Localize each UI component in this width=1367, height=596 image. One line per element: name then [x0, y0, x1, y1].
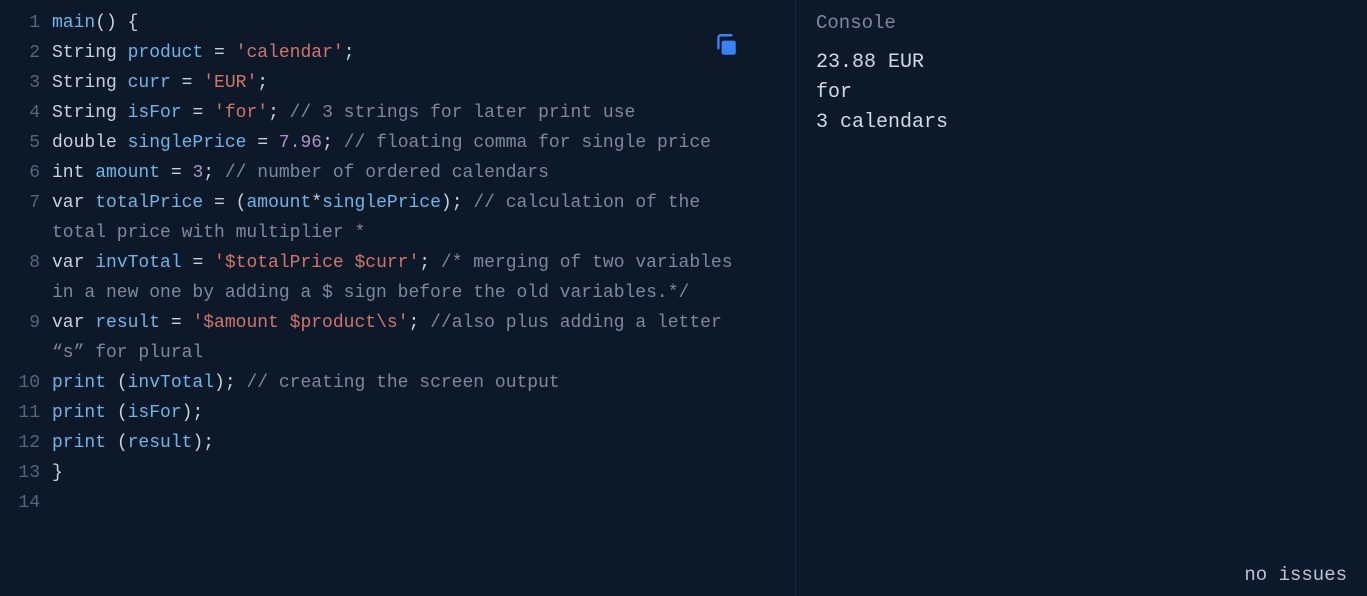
code-line[interactable]: 5 double singlePrice = 7.96; // floating …: [0, 128, 795, 158]
console-line: for: [816, 78, 1347, 108]
code-content[interactable]: print (invTotal); // creating the screen…: [52, 368, 560, 398]
code-line[interactable]: 3 String curr = 'EUR';: [0, 68, 795, 98]
code-line[interactable]: 6 int amount = 3; // number of ordered ca…: [0, 158, 795, 188]
code-line[interactable]: 4 String isFor = 'for'; // 3 strings for …: [0, 98, 795, 128]
code-content[interactable]: var invTotal = '$totalPrice $curr'; /* m…: [52, 248, 752, 308]
code-content[interactable]: var result = '$amount $product\s'; //als…: [52, 308, 752, 368]
code-content[interactable]: String isFor = 'for'; // 3 strings for l…: [52, 98, 635, 128]
line-number: 4: [10, 98, 40, 128]
code-line[interactable]: 12 print (result);: [0, 428, 795, 458]
code-content[interactable]: var totalPrice = (amount*singlePrice); /…: [52, 188, 752, 248]
line-number: 7: [10, 188, 40, 248]
code-line[interactable]: 9var result = '$amount $product\s'; //al…: [0, 308, 795, 368]
copy-button[interactable]: [713, 32, 739, 58]
console-line: 3 calendars: [816, 108, 1347, 138]
console-pane: Console 23.88 EURfor3 calendars no issue…: [795, 0, 1367, 596]
line-number: 5: [10, 128, 40, 158]
code-content[interactable]: print (isFor);: [52, 398, 203, 428]
line-number: 10: [10, 368, 40, 398]
code-content[interactable]: double singlePrice = 7.96; // floating c…: [52, 128, 711, 158]
code-content[interactable]: }: [52, 458, 63, 488]
code-line[interactable]: 1 main() {: [0, 8, 795, 38]
line-number: 8: [10, 248, 40, 308]
code-content[interactable]: int amount = 3; // number of ordered cal…: [52, 158, 549, 188]
line-number: 9: [10, 308, 40, 368]
console-line: 23.88 EUR: [816, 48, 1347, 78]
line-number: 13: [10, 458, 40, 488]
console-output: 23.88 EURfor3 calendars: [816, 48, 1347, 138]
line-number: 11: [10, 398, 40, 428]
line-number: 14: [10, 488, 40, 518]
line-number: 3: [10, 68, 40, 98]
line-number: 12: [10, 428, 40, 458]
code-lines-container[interactable]: 1 main() { 2 String product = 'calendar'; 3S…: [0, 8, 795, 518]
code-line[interactable]: 14: [0, 488, 795, 518]
code-content[interactable]: main() {: [52, 8, 138, 38]
code-content[interactable]: print (result);: [52, 428, 214, 458]
code-line[interactable]: 10 print (invTotal); // creating the scre…: [0, 368, 795, 398]
status-text: no issues: [1244, 564, 1347, 586]
code-line[interactable]: 8var invTotal = '$totalPrice $curr'; /* …: [0, 248, 795, 308]
code-line[interactable]: 2 String product = 'calendar';: [0, 38, 795, 68]
console-title: Console: [816, 12, 1347, 34]
line-number: 1: [10, 8, 40, 38]
code-line[interactable]: 11 print (isFor);: [0, 398, 795, 428]
code-editor-pane[interactable]: 1 main() { 2 String product = 'calendar'; 3S…: [0, 0, 795, 596]
code-line[interactable]: 13}: [0, 458, 795, 488]
line-number: 2: [10, 38, 40, 68]
line-number: 6: [10, 158, 40, 188]
code-content[interactable]: String product = 'calendar';: [52, 38, 355, 68]
code-line[interactable]: 7var totalPrice = (amount*singlePrice); …: [0, 188, 795, 248]
code-content[interactable]: String curr = 'EUR';: [52, 68, 268, 98]
